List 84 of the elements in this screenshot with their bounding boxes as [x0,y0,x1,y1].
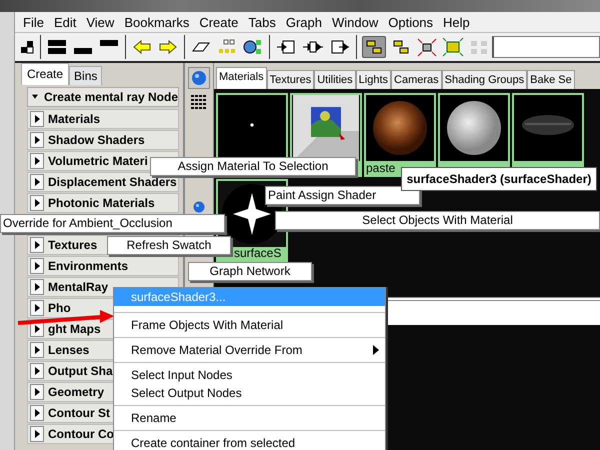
search-field[interactable] [492,36,600,58]
expand-button[interactable] [30,363,44,379]
marking-menu[interactable]: Graph Network [188,262,312,281]
triangle-icon [34,283,40,291]
shader-tab[interactable]: Lights [356,70,392,89]
triangle-icon [34,262,40,270]
triangle-icon [34,430,40,438]
expand-button[interactable] [30,132,44,148]
triangle-icon [34,367,40,375]
triangle-icon [34,346,40,354]
marking-menu[interactable]: Refresh Swatch [107,236,231,255]
expand-button[interactable] [30,342,44,358]
triangle-icon [32,93,38,101]
triangle-icon [34,136,40,144]
shrink-icon[interactable] [416,37,438,57]
expand-button[interactable] [30,384,44,400]
triangle-icon [34,304,40,312]
menu-item[interactable]: Options [384,14,440,30]
marking-menu[interactable]: Paint Assign Shader [265,186,420,205]
category-label[interactable]: Lenses [48,343,90,357]
shader-tab[interactable]: Textures [266,70,314,89]
category-label[interactable]: Pho [48,301,71,315]
category-label[interactable]: Output Sha [48,364,113,378]
menu-item[interactable]: Remove Material Override From [114,341,385,359]
triangle-icon [34,409,40,417]
expand-button[interactable] [30,237,44,253]
category-label[interactable]: Textures [48,238,98,252]
swatch-label: surfaceS [234,246,282,260]
section-title: Create mental ray Node [44,90,178,104]
shader-tab[interactable]: Bake Se [527,70,575,89]
expand-button[interactable] [30,405,44,421]
menu-item[interactable]: Select Input Nodes [114,366,385,384]
expand-button[interactable] [30,279,44,295]
panel-tab[interactable]: Bins [69,66,102,85]
expand-button[interactable] [30,300,44,316]
expand-button[interactable] [30,258,44,274]
right-arrow-icon[interactable] [157,37,179,57]
layout-nodes-icon[interactable] [362,36,386,58]
expand-icon[interactable] [442,37,464,57]
left-arrow-icon[interactable] [131,37,153,57]
menu-item[interactable]: Graph [282,14,328,30]
category-label[interactable]: Contour St [48,406,110,420]
grid-icon[interactable] [191,95,207,109]
triangle-icon [34,325,40,333]
triangle-icon [34,388,40,396]
triangle-icon [34,199,40,207]
swatch-label: paste [366,161,396,175]
panel-tab[interactable]: Create [21,63,70,85]
menu-item[interactable]: Help [439,14,476,30]
expand-button[interactable] [30,153,44,169]
section-header[interactable]: Create mental ray Node [27,87,179,107]
sphere-icon[interactable] [193,201,205,213]
expand-button[interactable] [30,174,44,190]
triangle-icon [34,178,40,186]
menu-item[interactable]: Select Output Nodes [114,384,385,402]
menu-item[interactable]: Edit [50,14,82,30]
triangle-icon [34,241,40,249]
menu-item[interactable]: Rename [114,409,385,427]
menu-item[interactable]: View [82,14,120,30]
tooltip: surfaceShader3 (surfaceShader) [401,167,597,191]
category-label[interactable]: Geometry [48,385,104,399]
expand-button[interactable] [30,111,44,127]
two-panes-icon[interactable] [46,37,68,57]
menu-item[interactable]: Window [328,14,384,30]
menu-item[interactable]: Tabs [244,14,282,30]
network-icon[interactable] [242,37,264,57]
marking-menu[interactable]: Assign Material To Selection [150,157,356,176]
marking-menu[interactable]: Select Objects With Material [275,211,600,230]
menu-item[interactable]: File [19,14,50,30]
shader-tab[interactable]: Utilities [314,70,356,89]
texture-swatch[interactable] [293,95,359,161]
menu-item[interactable]: Frame Objects With Material [114,316,385,334]
menu-item[interactable]: Create [195,14,244,30]
shader-tab[interactable]: Shading Groups [442,70,528,89]
category-label[interactable]: ght Maps [48,322,101,336]
expand-button[interactable] [30,426,44,442]
triangle-icon [34,115,40,123]
menu-item[interactable]: Bookmarks [120,14,196,30]
menu-item[interactable]: Create container from selected [114,434,385,450]
marking-menu[interactable]: Override for Ambient_Occlusion [0,214,225,233]
triangle-icon [34,157,40,165]
shader-tab[interactable]: Materials [216,67,267,89]
expand-button[interactable] [30,195,44,211]
shader-tab[interactable]: Cameras [391,70,442,89]
